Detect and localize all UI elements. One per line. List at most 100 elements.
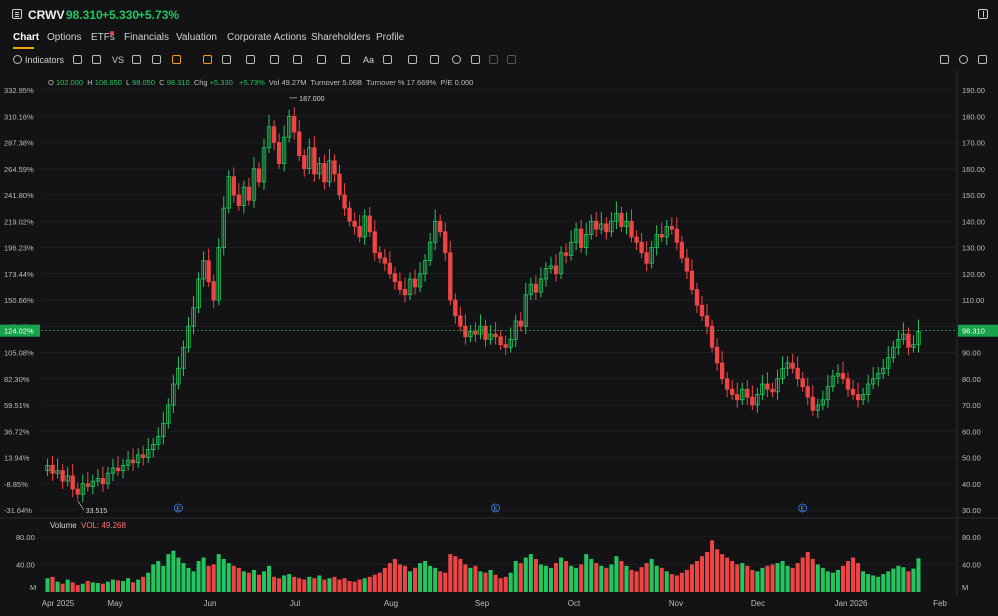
indicators-button[interactable]: Indicators <box>25 55 64 65</box>
volume-bar <box>765 565 770 592</box>
candle-body <box>438 220 443 233</box>
tab-shareholders[interactable]: Shareholders <box>311 32 370 43</box>
arrow-tool-icon[interactable] <box>341 55 350 64</box>
price-chart[interactable]: 332.95% 190.00 310.16% 180.00 287.38% 170.00 2… <box>0 0 998 616</box>
volume-bar <box>256 574 261 592</box>
volume-panel-value: VOL: 49.268 <box>81 521 126 530</box>
tab-profile[interactable]: Profile <box>376 32 404 43</box>
candle-body <box>830 375 836 388</box>
compare-button[interactable]: VS <box>112 55 124 65</box>
candle-body <box>397 281 403 290</box>
vol-value: 49.27M <box>281 78 307 87</box>
chg-pct-value: +5.73% <box>239 78 265 87</box>
volume-bar <box>830 572 835 592</box>
volume-bar <box>251 569 256 592</box>
left-axis-tick: 173.44% <box>4 270 34 279</box>
candle-body <box>865 383 871 395</box>
candle-body <box>261 147 267 183</box>
volume-bar <box>367 576 372 592</box>
candle-body <box>649 247 654 264</box>
candle-body <box>850 388 856 395</box>
candle-body <box>433 220 438 243</box>
trendline-icon[interactable] <box>222 55 231 64</box>
chg-value: +5.330 <box>209 78 233 87</box>
current-price-badge <box>958 324 998 337</box>
layout-icon[interactable] <box>132 55 141 64</box>
candle-body <box>156 436 161 445</box>
tab-options[interactable]: Options <box>47 32 81 43</box>
volume-bar <box>513 561 518 592</box>
comment-icon[interactable] <box>383 55 392 64</box>
candle-body <box>896 338 901 348</box>
gear-icon[interactable] <box>959 55 968 64</box>
settings-list-icon[interactable] <box>152 55 161 64</box>
candle-body <box>377 252 382 259</box>
candle-body <box>533 283 539 293</box>
candle-body <box>785 362 790 369</box>
candle-body <box>735 394 740 401</box>
fib-icon[interactable] <box>293 55 302 64</box>
candle-body <box>110 467 116 474</box>
volume-bar <box>483 572 488 592</box>
candle-body <box>60 470 65 482</box>
fullscreen-icon[interactable] <box>92 55 101 64</box>
volume-bar <box>357 579 362 592</box>
volume-bar <box>50 576 55 592</box>
undo-icon[interactable] <box>489 55 498 64</box>
volume-bar <box>488 569 493 592</box>
candle-body <box>916 331 921 346</box>
pencil-icon[interactable] <box>172 55 181 64</box>
volume-bar <box>448 554 453 592</box>
ticker-list-icon[interactable] <box>12 9 22 19</box>
candle-body <box>196 278 201 309</box>
right-axis-tick: 130.00 <box>962 244 985 253</box>
expand-icon[interactable] <box>978 55 987 64</box>
volume-bar <box>518 563 523 592</box>
trash-icon[interactable] <box>471 55 480 64</box>
text-tool-button[interactable]: Aa <box>363 55 374 65</box>
min-annotation: 33.515 <box>86 508 108 515</box>
indicators-icon[interactable] <box>13 55 22 64</box>
measure-icon[interactable] <box>317 55 326 64</box>
volume-bar <box>508 572 513 592</box>
redo-icon[interactable] <box>507 55 516 64</box>
candle-body <box>911 344 916 348</box>
tab-chart[interactable]: Chart <box>13 32 39 43</box>
volume-bar <box>906 571 911 592</box>
vol-label: Vol <box>268 78 280 87</box>
cursor-icon[interactable] <box>203 55 212 64</box>
candle-body <box>860 394 866 401</box>
pattern-icon[interactable] <box>270 55 279 64</box>
volume-bar <box>579 564 584 592</box>
volume-bar <box>377 572 382 592</box>
candle-body <box>815 404 820 411</box>
candle-body <box>468 331 473 338</box>
volume-bar <box>272 576 277 592</box>
eye-icon[interactable] <box>452 55 461 64</box>
candle-body <box>674 228 679 243</box>
volume-bar <box>810 558 815 592</box>
candle-body <box>614 212 619 222</box>
candle-body <box>427 241 433 262</box>
tab-bar: Chart Options ETFs Financials Valuation … <box>0 30 998 50</box>
right-axis-tick: 170.00 <box>962 139 985 148</box>
candle-body <box>488 333 493 340</box>
candle-type-icon[interactable] <box>73 55 82 64</box>
price-change: +5.330 <box>102 8 140 22</box>
camera-icon[interactable] <box>940 55 949 64</box>
candle-body <box>750 396 755 406</box>
pe-value: 0.000 <box>454 78 474 87</box>
candle-body <box>760 383 765 395</box>
candle-body <box>463 325 468 338</box>
magnet-icon[interactable] <box>430 55 439 64</box>
volume-bar <box>896 565 901 592</box>
candle-body <box>594 220 599 230</box>
brush-icon[interactable] <box>408 55 417 64</box>
candle-body <box>352 220 357 227</box>
volume-bar <box>740 563 745 592</box>
shape-icon[interactable] <box>246 55 255 64</box>
tab-corporate-actions[interactable]: Corporate Actions <box>227 32 307 43</box>
tab-valuation[interactable]: Valuation <box>176 32 217 43</box>
tab-financials[interactable]: Financials <box>124 32 169 43</box>
collapse-panel-icon[interactable] <box>978 9 988 19</box>
